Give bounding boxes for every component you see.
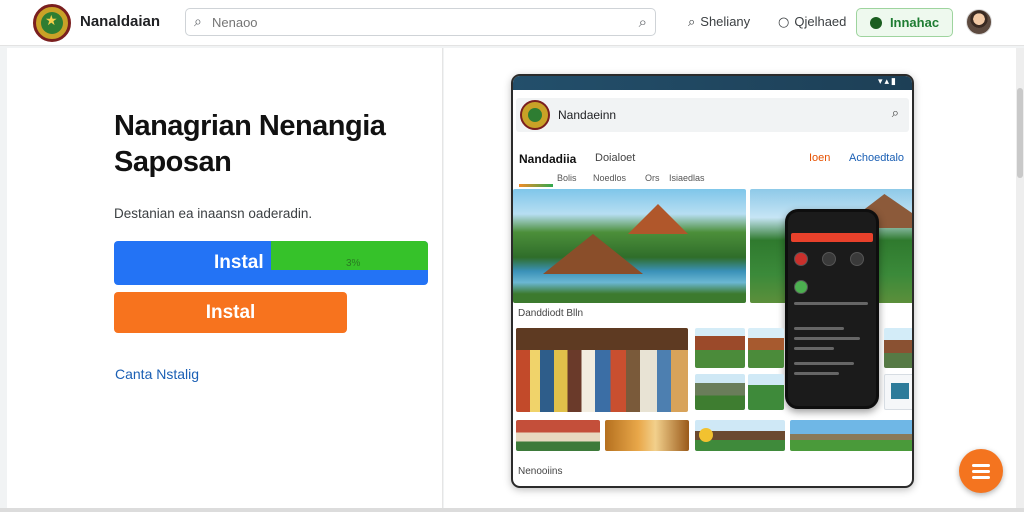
avatar[interactable] — [966, 9, 992, 35]
page-title-line-1: Nanagrian Nenangia — [114, 110, 386, 142]
house-photo — [695, 374, 745, 410]
preview-subtab-1: Bolis — [557, 173, 577, 183]
user-icon — [869, 16, 882, 29]
resort-photo — [513, 189, 746, 303]
preview-search-icon: ⌕ — [891, 106, 899, 121]
left-panel: Nanagrian Nenangia Saposan Destanian ea … — [7, 48, 443, 508]
phone-text-line — [794, 362, 854, 365]
search-input[interactable] — [212, 13, 612, 31]
phone-text-line — [794, 337, 860, 340]
install-button-label: Instal — [214, 252, 264, 273]
search-icon: ⌕ — [688, 15, 696, 30]
people-photo — [516, 328, 688, 412]
house-photo — [884, 328, 912, 368]
help-icon: ○ — [778, 15, 790, 30]
preview-header-title: Nandaeinn — [558, 108, 617, 122]
page-subtitle: Destanian ea inaansn oaderadin. — [114, 206, 313, 221]
preview-tab-underline — [519, 184, 553, 187]
phone-text-line — [794, 347, 834, 350]
install-help-link[interactable]: Canta Nstalig — [115, 366, 199, 382]
signal-icons: ▾▴▮ — [878, 77, 898, 87]
app-name[interactable]: Nanaldaian — [80, 13, 160, 30]
preview-section-title-2: Nenooiins — [518, 466, 563, 477]
page-title-line-2: Saposan — [114, 146, 232, 178]
house-photo — [748, 328, 784, 368]
phone-app-icon — [822, 252, 836, 266]
preview-tab-4: Achoedtalo — [849, 152, 905, 164]
preview-subtab-2: Noedlos — [593, 173, 627, 183]
phone-divider — [794, 302, 868, 305]
house-photo — [748, 374, 784, 410]
search-icon: ⌕ — [194, 14, 202, 30]
preview-tab-3: Ioen — [809, 152, 831, 164]
phone-app-icon — [850, 252, 864, 266]
scrollbar-thumb[interactable] — [1017, 88, 1023, 178]
device-status-bar: ▾▴▮ — [513, 76, 912, 90]
bottom-scrollbar[interactable] — [0, 508, 1024, 512]
preview-section-title: Danddiodt Blln — [518, 308, 584, 319]
install-button-primary[interactable]: Instal 3% — [114, 241, 428, 285]
search-bar[interactable]: ⌕ ⌕ — [185, 8, 656, 36]
house-photo — [695, 328, 745, 368]
gallery-photo — [516, 420, 600, 451]
gallery-photo — [790, 420, 912, 451]
emblem-icon — [41, 12, 63, 34]
install-button-secondary[interactable]: Instal — [114, 292, 347, 333]
scrollbar[interactable] — [1016, 48, 1024, 508]
install-progress-text: 3% — [346, 258, 361, 269]
preview-device: ▾▴▮ Nandaeinn ⌕ Nandadiia Doialoet Ioen … — [511, 74, 914, 488]
top-bar: Nanaldaian ⌕ ⌕ ⌕Sheliany ○Qjelhaed Innah… — [0, 0, 1024, 46]
menu-fab-button[interactable] — [959, 449, 1003, 493]
preview-tab-1: Nandadiia — [519, 152, 577, 166]
phone-header-bar — [791, 233, 873, 242]
nav-link-1[interactable]: ⌕ Sheliany — [688, 14, 750, 30]
phone-app-icon — [794, 280, 808, 294]
app-logo[interactable] — [33, 4, 71, 42]
phone-mockup — [785, 209, 879, 409]
preview-subtab-3: Ors — [645, 173, 660, 183]
preview-tab-2: Doialoet — [595, 152, 636, 164]
search-submit-icon[interactable]: ⌕ — [639, 13, 647, 31]
preview-subtab-4: Isiaedlas — [669, 173, 705, 183]
gallery-photo — [695, 420, 785, 451]
page-title: Nanagrian Nenangia Saposan — [114, 108, 424, 180]
preview-header: Nandaeinn ⌕ — [516, 98, 909, 132]
phone-app-icon — [794, 252, 808, 266]
install-header-button[interactable]: Innahac — [856, 8, 953, 37]
phone-text-line — [794, 327, 844, 330]
preview-logo-icon — [520, 100, 550, 130]
menu-icon — [972, 464, 990, 467]
map-thumbnail — [884, 374, 912, 410]
phone-text-line — [794, 372, 839, 375]
nav-link-2[interactable]: ○ Qjelhaed — [778, 14, 846, 30]
gallery-photo — [605, 420, 689, 451]
